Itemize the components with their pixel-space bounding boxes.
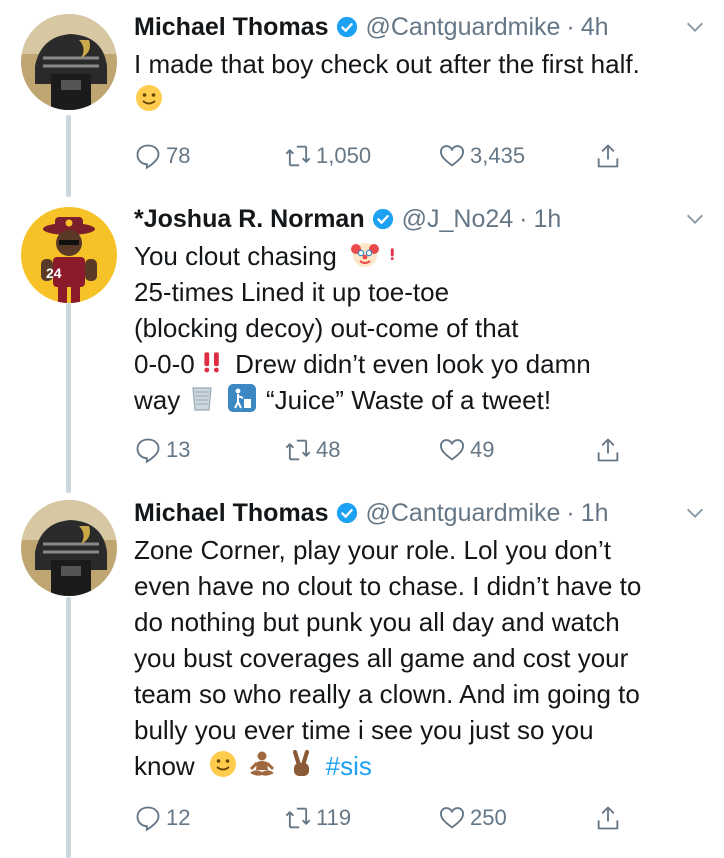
tweet-line: 0-0-0 Drew didn’t even look yo damn: [134, 346, 714, 382]
tweet-thread: Michael Thomas @Cantguardmike · 4h I mad…: [0, 0, 724, 858]
like-count: 3,435: [470, 143, 526, 168]
tweet-line: even have no clout to chase. I didn’t ha…: [134, 571, 642, 601]
avatar[interactable]: 24: [21, 207, 117, 303]
reply-count: 78: [166, 143, 191, 168]
reply-button[interactable]: 78: [134, 142, 190, 170]
reply-count: 13: [166, 437, 191, 462]
tweet-line: You clout chasing: [134, 238, 714, 274]
retweet-count: 1,050: [316, 143, 372, 168]
user-handle[interactable]: @J_No24: [402, 205, 514, 234]
reply-button[interactable]: 13: [134, 436, 190, 464]
lotus-position-emoji-icon: [250, 751, 275, 776]
reply-icon: [136, 806, 160, 832]
display-name[interactable]: Michael Thomas: [134, 499, 329, 528]
avatar[interactable]: [21, 14, 117, 110]
tweet-text-segment: 0-0-0: [134, 349, 195, 379]
retweet-button[interactable]: 1,050: [284, 142, 371, 170]
timestamp[interactable]: 1h: [581, 499, 609, 528]
tweet-header: Michael Thomas @Cantguardmike · 1h: [134, 498, 714, 528]
tweet-line: bully you ever time i see you just so yo…: [134, 715, 594, 745]
share-button[interactable]: [594, 436, 626, 464]
tweet-actions: 13 48 49: [134, 436, 634, 470]
tweet-text-segment: know: [134, 751, 195, 781]
tweet-header: *Joshua R. Norman @J_No24 · 1h: [134, 204, 714, 234]
tweet-line: way “Juice” Waste of a tweet!: [134, 382, 714, 418]
slight-smile-emoji-icon: [136, 85, 162, 111]
tweet-line: you bust coverages all game and cost you…: [134, 643, 629, 673]
exclamation-emoji-icon: [391, 248, 394, 261]
tweet-line: 25-times Lined it up toe-toe: [134, 277, 450, 307]
tweet-text-segment: “Juice” Waste of a tweet!: [265, 385, 552, 415]
retweet-count: 119: [316, 805, 352, 830]
tweet-line: team so who really a clown. And im going…: [134, 679, 640, 709]
tweet-actions: 12 119 250: [134, 804, 634, 838]
like-count: 49: [470, 437, 495, 462]
retweet-icon: [285, 439, 311, 461]
timestamp[interactable]: 1h: [534, 205, 562, 234]
hashtag-link[interactable]: #sis: [326, 751, 372, 781]
tweet[interactable]: Michael Thomas @Cantguardmike · 1h Zone …: [0, 490, 724, 858]
retweet-button[interactable]: 48: [284, 436, 340, 464]
display-name[interactable]: *Joshua R. Norman: [134, 205, 365, 234]
display-name[interactable]: Michael Thomas: [134, 13, 329, 42]
user-handle[interactable]: @Cantguardmike: [366, 13, 561, 42]
separator-dot: ·: [566, 498, 575, 527]
chevron-down-icon[interactable]: [684, 208, 706, 230]
tweet-line: do nothing but punk you all day and watc…: [134, 607, 620, 637]
user-handle[interactable]: @Cantguardmike: [366, 499, 561, 528]
reply-icon: [136, 438, 160, 464]
verified-badge-icon: [372, 208, 393, 230]
tweet-header: Michael Thomas @Cantguardmike · 4h: [134, 12, 714, 42]
tweet-line: (blocking decoy) out-come of that: [134, 313, 519, 343]
tweet-text-segment: way: [134, 385, 181, 415]
tweet-text-segment: Drew didn’t even look yo damn: [235, 349, 591, 379]
tweet-text-segment: You clout chasing: [134, 241, 337, 271]
tweet[interactable]: 24 *Joshua R. Norman @J_No24 · 1h You cl…: [0, 200, 724, 490]
like-button[interactable]: 49: [438, 436, 494, 464]
heart-icon: [439, 145, 465, 167]
tweet-text: I made that boy check out after the firs…: [134, 46, 714, 118]
tweet-line: know #sis: [134, 748, 714, 784]
chevron-down-icon[interactable]: [684, 16, 706, 38]
tweet-text: You clout chasing 25-times Lined it up t…: [134, 238, 714, 418]
tweet-line: Zone Corner, play your role. Lol you don…: [134, 535, 611, 565]
share-icon: [597, 806, 619, 830]
like-count: 250: [470, 805, 507, 830]
heart-icon: [439, 439, 465, 461]
clown-face-emoji-icon: [351, 243, 380, 267]
verified-badge-icon: [336, 502, 357, 524]
reply-button[interactable]: 12: [134, 804, 190, 832]
jersey-number: 24: [46, 265, 62, 281]
chevron-down-icon[interactable]: [684, 502, 706, 524]
reply-icon: [136, 144, 160, 170]
tweet-text: Zone Corner, play your role. Lol you don…: [134, 532, 714, 784]
like-button[interactable]: 250: [438, 804, 507, 832]
slight-smile-emoji-icon: [209, 751, 236, 777]
tweet-actions: 78 1,050 3,435: [134, 142, 634, 176]
like-button[interactable]: 3,435: [438, 142, 525, 170]
tweet-line: I made that boy check out after the firs…: [134, 49, 640, 79]
put-litter-in-bin-emoji-icon: [227, 384, 256, 412]
retweet-button[interactable]: 119: [284, 804, 351, 832]
retweet-count: 48: [316, 437, 341, 462]
separator-dot: ·: [519, 204, 528, 233]
verified-badge-icon: [336, 16, 357, 38]
share-button[interactable]: [594, 142, 626, 170]
retweet-icon: [285, 145, 311, 167]
retweet-icon: [285, 807, 311, 829]
reply-count: 12: [166, 805, 191, 830]
share-button[interactable]: [594, 804, 626, 832]
victory-hand-emoji-icon: [293, 749, 310, 776]
tweet-line: [134, 82, 714, 118]
share-icon: [597, 144, 619, 168]
wastebasket-emoji-icon: [192, 387, 213, 411]
avatar[interactable]: [21, 500, 117, 596]
timestamp[interactable]: 4h: [581, 13, 609, 42]
double-exclamation-emoji-icon: [204, 352, 219, 373]
heart-icon: [439, 807, 465, 829]
share-icon: [597, 438, 619, 462]
separator-dot: ·: [566, 12, 575, 41]
tweet[interactable]: Michael Thomas @Cantguardmike · 4h I mad…: [0, 0, 724, 200]
